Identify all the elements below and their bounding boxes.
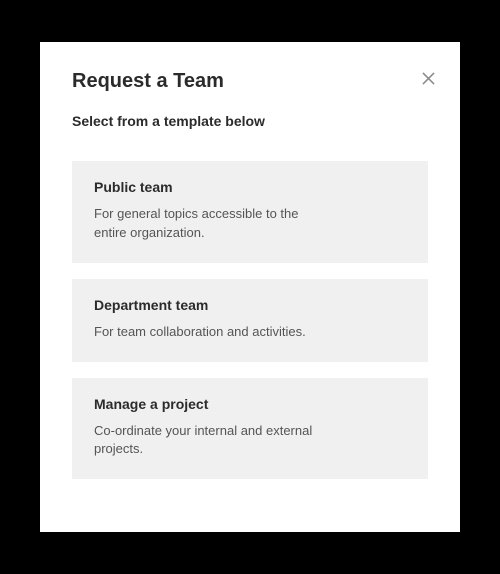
template-card-manage-project[interactable]: Manage a project Co-ordinate your intern… bbox=[72, 378, 428, 480]
template-title: Public team bbox=[94, 179, 406, 195]
dialog-subtitle: Select from a template below bbox=[72, 113, 428, 129]
close-icon bbox=[422, 72, 435, 88]
template-description: For team collaboration and activities. bbox=[94, 323, 406, 342]
template-title: Manage a project bbox=[94, 396, 406, 412]
template-card-public-team[interactable]: Public team For general topics accessibl… bbox=[72, 161, 428, 263]
dialog-title: Request a Team bbox=[72, 70, 428, 93]
template-description: Co-ordinate your internal and external p… bbox=[94, 422, 354, 460]
template-title: Department team bbox=[94, 297, 406, 313]
close-button[interactable] bbox=[416, 68, 440, 92]
request-team-dialog: Request a Team Select from a template be… bbox=[40, 42, 460, 532]
template-list: Public team For general topics accessibl… bbox=[72, 161, 428, 479]
template-description: For general topics accessible to the ent… bbox=[94, 205, 304, 243]
template-card-department-team[interactable]: Department team For team collaboration a… bbox=[72, 279, 428, 362]
